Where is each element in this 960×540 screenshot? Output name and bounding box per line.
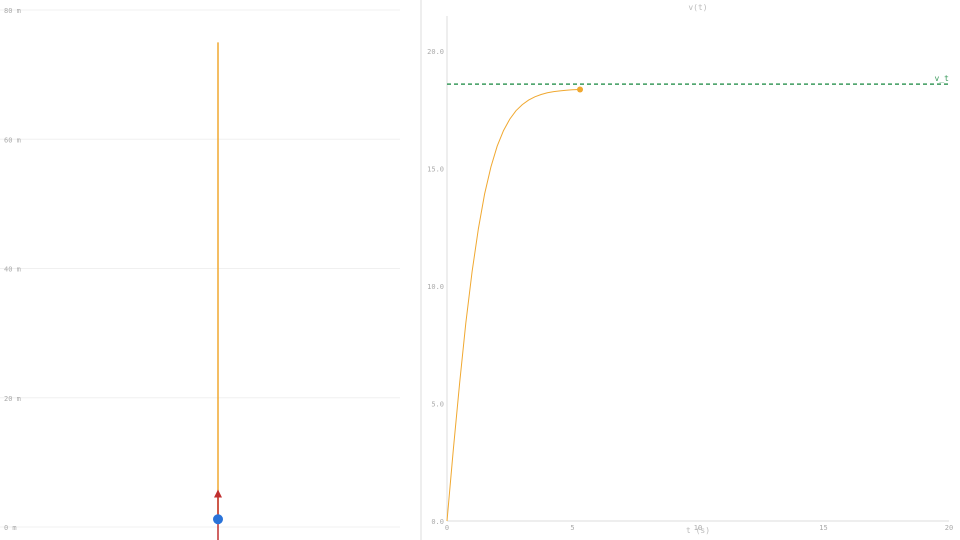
height-tick-label: 60 m [4,136,21,144]
x-tick-label: 15 [819,524,827,532]
terminal-velocity-label: v_t [935,74,950,83]
height-tick-label: 20 m [4,395,21,403]
y-tick-labels: 0.0 5.0 10.0 15.0 20.0 [427,48,444,526]
y-tick-label: 10.0 [427,283,444,291]
height-tick-label: 0 m [4,524,17,532]
velocity-chart: v(t) 0.05.010.015.020.0 0 5 10 15 20 t (s) v… [427,3,953,535]
height-grid [0,9,400,528]
x-tick-label: 20 [945,524,953,532]
velocity-series-line [446,89,581,522]
simulation-stage: 80 m 60 m 40 m 20 m 0 m v(t) 0.0 5.0 10.0 15.0 2… [0,0,953,540]
y-tick-label: 20.0 [427,48,444,56]
y-tick-label: 5.0 [431,401,444,409]
x-tick-label: 5 [570,524,574,532]
y-tick-label: 0.0 [431,518,444,526]
y-tick-label: 15.0 [427,166,444,174]
height-tick-label: 80 m [4,7,21,15]
height-axis-labels: 80 m 60 m 40 m 20 m 0 m [4,7,21,532]
x-tick-label: 0 [445,524,449,532]
height-panel: 80 m 60 m 40 m 20 m 0 m [0,7,400,540]
height-tick-label: 40 m [4,266,21,274]
current-velocity-point [577,86,584,93]
falling-object[interactable] [213,514,223,525]
x-axis-label: t (s) [686,526,710,535]
chart-title: v(t) [688,3,707,12]
force-arrow-head [214,489,222,498]
